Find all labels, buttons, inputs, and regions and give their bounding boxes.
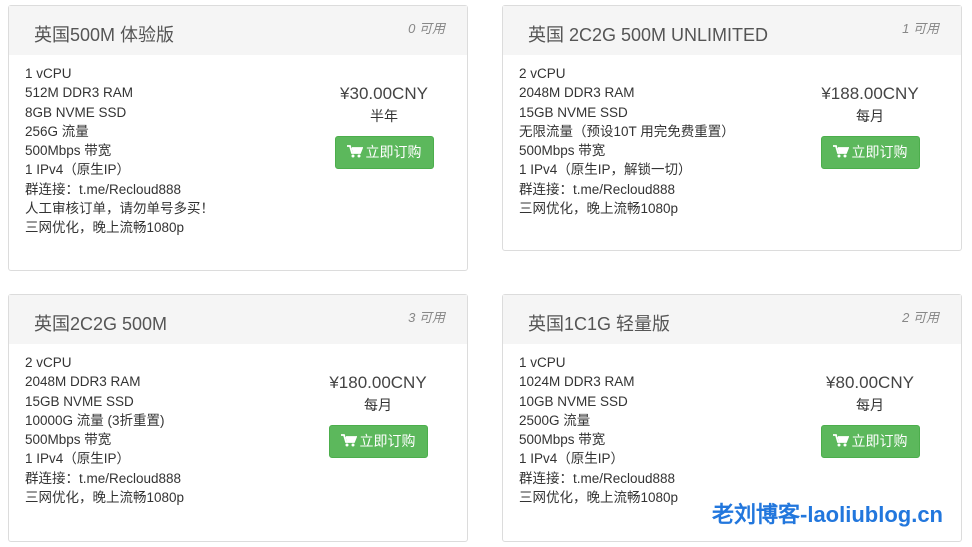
feature-item: 15GB NVME SSD xyxy=(25,393,134,409)
order-now-button[interactable]: 立即订购 xyxy=(328,425,428,458)
feature-item: 2 vCPU xyxy=(25,355,72,370)
feature-item: 8GB NVME SSD xyxy=(25,104,127,120)
feature-item: 500Mbps 带宽 xyxy=(25,432,112,448)
feature-item: 500Mbps 带宽 xyxy=(519,432,606,448)
feature-list: 1 vCPU 1024M DDR3 RAM 10GB NVME SSD 2500… xyxy=(519,353,678,507)
feature-item: 1024M DDR3 RAM xyxy=(519,374,635,390)
price-box: ¥30.00CNY 半年 立即订购 xyxy=(319,83,449,169)
shopping-cart-icon xyxy=(832,145,849,158)
product-card: 英国500M 体验版 0 可用 1 vCPU 512M DDR3 RAM 8GB… xyxy=(8,5,468,271)
feature-item: 群连接：t.me/Recloud888 xyxy=(519,470,676,486)
feature-item: 2 vCPU xyxy=(519,66,566,81)
product-card: 英国 2C2G 500M UNLIMITED 1 可用 2 vCPU 2048M… xyxy=(502,5,962,251)
feature-item: 10000G 流量 (3折重置) xyxy=(25,412,165,428)
watermark: 老刘博客-laoliublog.cn xyxy=(712,502,943,527)
product-title: 英国1C1G 轻量版 xyxy=(528,314,671,334)
shopping-cart-icon xyxy=(346,145,363,158)
billing-cycle: 每月 xyxy=(856,397,884,413)
feature-list: 1 vCPU 512M DDR3 RAM 8GB NVME SSD 256G 流… xyxy=(25,64,214,238)
price: ¥180.00CNY xyxy=(329,373,427,392)
billing-cycle: 半年 xyxy=(370,108,398,124)
feature-item: 群连接：t.me/Recloud888 xyxy=(25,181,182,197)
feature-item: 人工审核订单，请勿单号多买！ xyxy=(25,201,214,217)
product-title: 英国500M 体验版 xyxy=(34,25,175,45)
feature-item: 群连接：t.me/Recloud888 xyxy=(25,470,182,486)
product-title: 英国2C2G 500M xyxy=(34,314,168,334)
card-header: 英国2C2G 500M 3 可用 xyxy=(9,295,467,344)
feature-item: 1 IPv4（原生IP，解锁一切） xyxy=(519,162,692,178)
feature-item: 三网优化，晚上流畅1080p xyxy=(25,220,185,236)
feature-item: 1 IPv4（原生IP） xyxy=(519,451,625,467)
feature-item: 1 IPv4（原生IP） xyxy=(25,162,131,178)
order-now-label: 立即订购 xyxy=(365,144,422,160)
feature-item: 群连接：t.me/Recloud888 xyxy=(519,181,676,197)
feature-item: 无限流量（预设10T 用完免费重置） xyxy=(519,123,735,139)
feature-item: 2500G 流量 xyxy=(519,412,591,428)
feature-item: 1 vCPU xyxy=(25,66,72,81)
product-card: 英国2C2G 500M 3 可用 2 vCPU 2048M DDR3 RAM 1… xyxy=(8,294,468,542)
order-now-label: 立即订购 xyxy=(359,433,416,449)
feature-item: 三网优化，晚上流畅1080p xyxy=(519,201,679,217)
availability-count: 1 可用 xyxy=(902,21,939,36)
feature-item: 2048M DDR3 RAM xyxy=(25,374,141,390)
card-header: 英国1C1G 轻量版 2 可用 xyxy=(503,295,961,344)
order-now-button[interactable]: 立即订购 xyxy=(820,425,920,458)
card-header: 英国500M 体验版 0 可用 xyxy=(9,6,467,55)
billing-cycle: 每月 xyxy=(856,108,884,124)
availability-count: 0 可用 xyxy=(408,21,445,36)
price: ¥188.00CNY xyxy=(821,84,919,103)
feature-item: 15GB NVME SSD xyxy=(519,104,628,120)
card-header: 英国 2C2G 500M UNLIMITED 1 可用 xyxy=(503,6,961,55)
shopping-cart-icon xyxy=(340,434,357,447)
availability-count: 3 可用 xyxy=(408,310,445,325)
price: ¥30.00CNY xyxy=(340,84,428,103)
feature-item: 三网优化，晚上流畅1080p xyxy=(519,490,679,506)
order-now-label: 立即订购 xyxy=(851,433,908,449)
feature-item: 512M DDR3 RAM xyxy=(25,85,134,101)
price: ¥80.00CNY xyxy=(826,373,914,392)
price-box: ¥180.00CNY 每月 立即订购 xyxy=(313,372,443,458)
feature-item: 1 IPv4（原生IP） xyxy=(25,451,131,467)
feature-item: 2048M DDR3 RAM xyxy=(519,85,635,101)
feature-item: 10GB NVME SSD xyxy=(519,393,628,409)
feature-item: 500Mbps 带宽 xyxy=(25,143,112,159)
feature-list: 2 vCPU 2048M DDR3 RAM 15GB NVME SSD 无限流量… xyxy=(519,64,735,218)
feature-item: 500Mbps 带宽 xyxy=(519,143,606,159)
feature-list: 2 vCPU 2048M DDR3 RAM 15GB NVME SSD 1000… xyxy=(25,353,184,507)
order-now-button[interactable]: 立即订购 xyxy=(334,136,434,169)
order-now-button[interactable]: 立即订购 xyxy=(820,136,920,169)
billing-cycle: 每月 xyxy=(364,397,392,413)
feature-item: 256G 流量 xyxy=(25,123,89,139)
price-box: ¥188.00CNY 每月 立即订购 xyxy=(805,83,935,169)
product-title: 英国 2C2G 500M UNLIMITED xyxy=(528,25,769,45)
shopping-cart-icon xyxy=(832,434,849,447)
feature-item: 三网优化，晚上流畅1080p xyxy=(25,490,185,506)
availability-count: 2 可用 xyxy=(902,310,939,325)
price-box: ¥80.00CNY 每月 立即订购 xyxy=(805,372,935,458)
order-now-label: 立即订购 xyxy=(851,144,908,160)
feature-item: 1 vCPU xyxy=(519,355,566,370)
